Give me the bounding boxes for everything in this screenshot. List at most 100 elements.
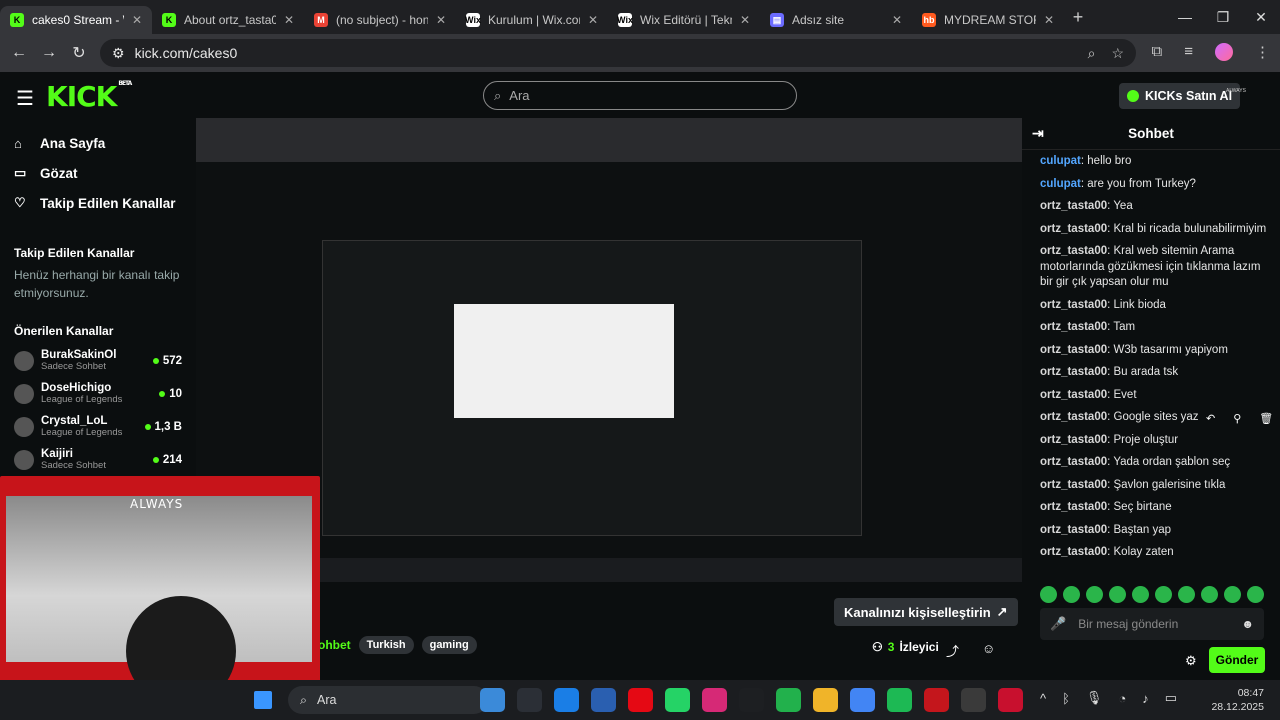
browser-tab[interactable]: K About ortz_tasta00 - ✕ <box>152 6 304 34</box>
browser-tab[interactable]: Wix Wix Editörü | Teknol ✕ <box>608 6 760 34</box>
tab-close-icon[interactable]: ✕ <box>588 13 598 27</box>
hamburger-menu-icon[interactable]: ☰ <box>16 86 34 111</box>
customize-channel-button[interactable]: Kanalınızı kişiselleştirin ↗ <box>834 598 1018 626</box>
taskbar-app-icon[interactable] <box>998 688 1023 712</box>
collapse-chat-icon[interactable]: ⇥ <box>1032 125 1044 142</box>
chat-message[interactable]: ortz_tasta00: Tam <box>1040 320 1268 336</box>
taskbar-app-icon[interactable] <box>924 688 949 712</box>
browser-tab[interactable]: ▤ Adsız site ✕ <box>760 6 912 34</box>
taskbar-app-icon[interactable] <box>591 688 616 712</box>
browser-tab[interactable]: Wix Kurulum | Wix.com ✕ <box>456 6 608 34</box>
taskbar-app-icon[interactable] <box>628 688 653 712</box>
mic-tray-icon[interactable]: 🎙 <box>1086 690 1103 706</box>
taskbar-clock[interactable]: 08:47 28.12.2025 <box>1210 686 1264 714</box>
url-bar[interactable]: ⚙ kick.com/cakes0 ⌕ ☆ <box>100 39 1136 67</box>
chat-message[interactable]: ortz_tasta00: Kral bi ricada bulunabilir… <box>1040 222 1268 238</box>
windows-start-icon[interactable] <box>254 691 272 709</box>
site-info-icon[interactable]: ⚙ <box>112 45 125 62</box>
taskbar-app-icon[interactable] <box>517 688 542 712</box>
profile-button[interactable]: ALWAYS <box>1226 88 1246 94</box>
emote-icon[interactable] <box>1040 586 1057 603</box>
emote-icon[interactable] <box>1247 586 1264 603</box>
tab-close-icon[interactable]: ✕ <box>284 13 294 27</box>
reload-icon[interactable]: ↻ <box>64 43 94 63</box>
chat-message[interactable]: ortz_tasta00: Yada ordan şablon seç <box>1040 455 1268 471</box>
taskbar-app-icon[interactable] <box>665 688 690 712</box>
emote-icon[interactable] <box>1109 586 1126 603</box>
chat-message[interactable]: ortz_tasta00: Kral web sitemin Arama mot… <box>1040 244 1268 291</box>
nav-following[interactable]: ♡ Takip Edilen Kanallar <box>0 188 196 218</box>
chat-username[interactable]: ortz_tasta00 <box>1040 411 1107 423</box>
bluetooth-icon[interactable]: ᛒ <box>1062 691 1070 706</box>
chat-input[interactable]: 🎤 Bir mesaj gönderin ☻ <box>1040 608 1264 640</box>
chat-username[interactable]: ortz_tasta00 <box>1040 524 1107 536</box>
volume-icon[interactable]: ♪ <box>1142 691 1149 706</box>
chat-username[interactable]: ortz_tasta00 <box>1040 366 1107 378</box>
chat-username[interactable]: ortz_tasta00 <box>1040 200 1107 212</box>
battery-icon[interactable]: ▭ <box>1165 690 1177 706</box>
minimize-icon[interactable]: — <box>1166 9 1204 25</box>
tag-pill[interactable]: Turkish <box>358 636 414 654</box>
chat-message[interactable]: ortz_tasta00: Bu arada tsk <box>1040 365 1268 381</box>
delete-icon[interactable]: 🗑 <box>1259 412 1273 425</box>
chat-username[interactable]: culupat <box>1040 155 1081 167</box>
tab-close-icon[interactable]: ✕ <box>436 13 446 27</box>
user-options-icon[interactable]: ☺ <box>982 641 995 656</box>
chat-message[interactable]: ortz_tasta00: Seç birtane <box>1040 500 1268 516</box>
profile-avatar[interactable] <box>1215 43 1233 61</box>
menu-dots-icon[interactable]: ⋮ <box>1255 43 1270 61</box>
chat-message[interactable]: ortz_tasta00: Proje oluştur <box>1040 433 1268 449</box>
recommended-channel[interactable]: DoseHichigo League of Legends 10 <box>0 377 196 410</box>
chevron-up-icon[interactable]: ^ <box>1040 691 1046 706</box>
pin-icon[interactable]: ⚲ <box>1233 412 1241 425</box>
chat-username[interactable]: ortz_tasta00 <box>1040 299 1107 311</box>
browser-tab[interactable]: M (no subject) - honor ✕ <box>304 6 456 34</box>
browser-tab[interactable]: hb MYDREAM STORE M ✕ <box>912 6 1064 34</box>
back-icon[interactable]: ← <box>4 44 34 62</box>
chat-username[interactable]: ortz_tasta00 <box>1040 434 1107 446</box>
emote-icon[interactable] <box>1155 586 1172 603</box>
chat-username[interactable]: culupat <box>1040 178 1081 190</box>
send-button[interactable]: Gönder <box>1209 647 1265 673</box>
taskbar-app-icon[interactable] <box>554 688 579 712</box>
emote-icon[interactable] <box>1224 586 1241 603</box>
chat-username[interactable]: ortz_tasta00 <box>1040 389 1107 401</box>
chat-message[interactable]: ortz_tasta00: Link bioda <box>1040 298 1268 314</box>
recommended-channel[interactable]: Crystal_LoL League of Legends 1,3 B <box>0 410 196 443</box>
chat-settings-gear-icon[interactable]: ⚙ <box>1185 653 1197 669</box>
kick-logo[interactable]: KICK BETA <box>46 80 132 113</box>
chat-username[interactable]: ortz_tasta00 <box>1040 245 1107 257</box>
taskbar-app-icon[interactable] <box>850 688 875 712</box>
taskbar-app-icon[interactable] <box>480 688 505 712</box>
buy-kicks-button[interactable]: KICKs Satın Al <box>1119 83 1241 109</box>
taskbar-app-icon[interactable] <box>739 688 764 712</box>
tab-close-icon[interactable]: ✕ <box>132 13 142 27</box>
reply-icon[interactable]: ↶ <box>1206 412 1215 425</box>
bookmark-star-icon[interactable]: ☆ <box>1111 45 1124 62</box>
chat-message[interactable]: ortz_tasta00: Şavlon galerisine tıkla <box>1040 478 1268 494</box>
new-tab-icon[interactable]: + <box>1064 7 1092 28</box>
tab-close-icon[interactable]: ✕ <box>892 13 902 27</box>
taskbar-app-icon[interactable] <box>702 688 727 712</box>
media-icon[interactable]: ≡ <box>1184 43 1193 61</box>
search-input[interactable]: ⌕ Ara <box>483 81 797 110</box>
chat-username[interactable]: ortz_tasta00 <box>1040 223 1107 235</box>
chat-message[interactable]: ortz_tasta00: Evet <box>1040 388 1268 404</box>
tab-close-icon[interactable]: ✕ <box>740 13 750 27</box>
chat-message[interactable]: ortz_tasta00: W3b tasarımı yapiyom <box>1040 343 1268 359</box>
nav-home[interactable]: ⌂ Ana Sayfa <box>0 128 196 158</box>
emote-icon[interactable] <box>1132 586 1149 603</box>
taskbar-app-icon[interactable] <box>961 688 986 712</box>
emote-icon[interactable] <box>1063 586 1080 603</box>
tab-close-icon[interactable]: ✕ <box>1044 13 1054 27</box>
emote-icon[interactable] <box>1178 586 1195 603</box>
taskbar-app-icon[interactable] <box>776 688 801 712</box>
chat-message[interactable]: ortz_tasta00: Baştan yap <box>1040 523 1268 539</box>
chat-message[interactable]: culupat: are you from Turkey? <box>1040 177 1268 193</box>
chat-username[interactable]: ortz_tasta00 <box>1040 546 1107 558</box>
emote-icon[interactable] <box>1201 586 1218 603</box>
mic-icon[interactable]: 🎤 <box>1050 616 1066 632</box>
zoom-icon[interactable]: ⌕ <box>1088 45 1096 62</box>
taskbar-search[interactable]: ⌕ Ara <box>288 686 488 714</box>
taskbar-app-icon[interactable] <box>887 688 912 712</box>
